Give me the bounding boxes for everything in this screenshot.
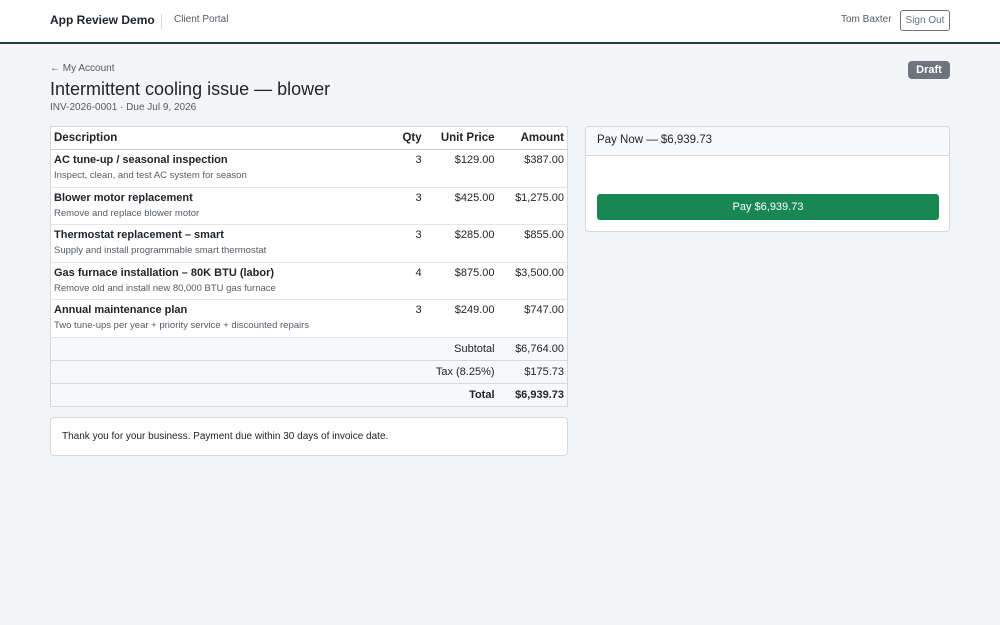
status-badge: Draft bbox=[908, 61, 950, 79]
column-header-qty: Qty bbox=[389, 126, 425, 150]
line-items-table: Description Qty Unit Price Amount AC tun… bbox=[50, 126, 568, 407]
item-description-cell: AC tune-up / seasonal inspection Inspect… bbox=[50, 149, 390, 188]
back-to-account-link[interactable]: ← My Account bbox=[50, 63, 114, 74]
pay-now-card: Pay Now — $6,939.73 Pay $6,939.73 bbox=[585, 126, 950, 232]
table-header-row: Description Qty Unit Price Amount bbox=[50, 126, 568, 150]
table-row: Thermostat replacement – smart Supply an… bbox=[50, 224, 568, 263]
subtotal-row: Subtotal $6,764.00 bbox=[50, 337, 568, 361]
item-amount: $3,500.00 bbox=[497, 262, 568, 300]
item-detail: Two tune-ups per year + priority service… bbox=[54, 320, 310, 331]
item-detail: Remove old and install new 80,000 BTU ga… bbox=[54, 282, 276, 294]
subtotal-label: Subtotal bbox=[50, 337, 498, 361]
pay-card-header: Pay Now — $6,939.73 bbox=[586, 127, 949, 156]
column-header-unit-price: Unit Price bbox=[424, 126, 498, 150]
item-amount: $747.00 bbox=[497, 299, 568, 338]
total-value: $6,939.73 bbox=[497, 383, 568, 407]
tax-value: $175.73 bbox=[497, 360, 568, 384]
total-row: Total $6,939.73 bbox=[50, 383, 568, 407]
brand-logo[interactable]: App Review Demo bbox=[50, 13, 155, 27]
item-name: Annual maintenance plan bbox=[54, 304, 188, 316]
item-unit-price: $875.00 bbox=[424, 262, 498, 300]
nav-divider bbox=[161, 14, 162, 29]
tax-row: Tax (8.25%) $175.73 bbox=[50, 360, 568, 384]
item-description-cell: Gas furnace installation – 80K BTU (labo… bbox=[50, 262, 390, 300]
item-description-cell: Thermostat replacement – smart Supply an… bbox=[50, 224, 390, 263]
item-name: Gas furnace installation – 80K BTU (labo… bbox=[54, 266, 275, 279]
item-name: AC tune-up / seasonal inspection bbox=[54, 154, 228, 166]
item-description-cell: Annual maintenance plan Two tune-ups per… bbox=[50, 299, 390, 338]
item-detail: Remove and replace blower motor bbox=[54, 207, 200, 219]
total-label: Total bbox=[50, 383, 498, 407]
item-unit-price: $285.00 bbox=[424, 224, 498, 263]
item-qty: 3 bbox=[389, 149, 425, 188]
user-name: Tom Baxter bbox=[841, 14, 892, 25]
item-amount: $1,275.00 bbox=[497, 187, 568, 225]
invoice-note: Thank you for your business. Payment due… bbox=[50, 417, 568, 456]
sign-out-button[interactable]: Sign Out bbox=[900, 10, 950, 31]
column-header-amount: Amount bbox=[497, 126, 568, 150]
top-navbar: App Review Demo Client Portal Tom Baxter… bbox=[0, 0, 1000, 44]
invoice-meta: INV-2026-0001 · Due Jul 9, 2026 bbox=[50, 102, 197, 113]
item-detail: Inspect, clean, and test AC system for s… bbox=[54, 170, 247, 181]
pay-button[interactable]: Pay $6,939.73 bbox=[597, 194, 939, 220]
item-name: Blower motor replacement bbox=[54, 191, 193, 204]
column-header-description: Description bbox=[50, 126, 390, 150]
item-detail: Supply and install programmable smart th… bbox=[54, 245, 267, 256]
page-title: Intermittent cooling issue — blower bbox=[50, 79, 331, 99]
item-qty: 3 bbox=[389, 187, 425, 225]
table-row: Gas furnace installation – 80K BTU (labo… bbox=[50, 262, 568, 300]
tax-label: Tax (8.25%) bbox=[50, 360, 498, 384]
invoice-note-text: Thank you for your business. Payment due… bbox=[62, 431, 389, 442]
portal-label: Client Portal bbox=[174, 14, 229, 25]
item-name: Thermostat replacement – smart bbox=[54, 229, 224, 241]
item-qty: 3 bbox=[389, 299, 425, 338]
subtotal-value: $6,764.00 bbox=[497, 337, 568, 361]
item-unit-price: $425.00 bbox=[424, 187, 498, 225]
item-qty: 4 bbox=[389, 262, 425, 300]
item-amount: $387.00 bbox=[497, 149, 568, 188]
table-row: Blower motor replacement Remove and repl… bbox=[50, 187, 568, 225]
table-row: AC tune-up / seasonal inspection Inspect… bbox=[50, 149, 568, 188]
item-description-cell: Blower motor replacement Remove and repl… bbox=[50, 187, 390, 225]
item-unit-price: $129.00 bbox=[424, 149, 498, 188]
item-amount: $855.00 bbox=[497, 224, 568, 263]
table-row: Annual maintenance plan Two tune-ups per… bbox=[50, 299, 568, 338]
item-qty: 3 bbox=[389, 224, 425, 263]
item-unit-price: $249.00 bbox=[424, 299, 498, 338]
